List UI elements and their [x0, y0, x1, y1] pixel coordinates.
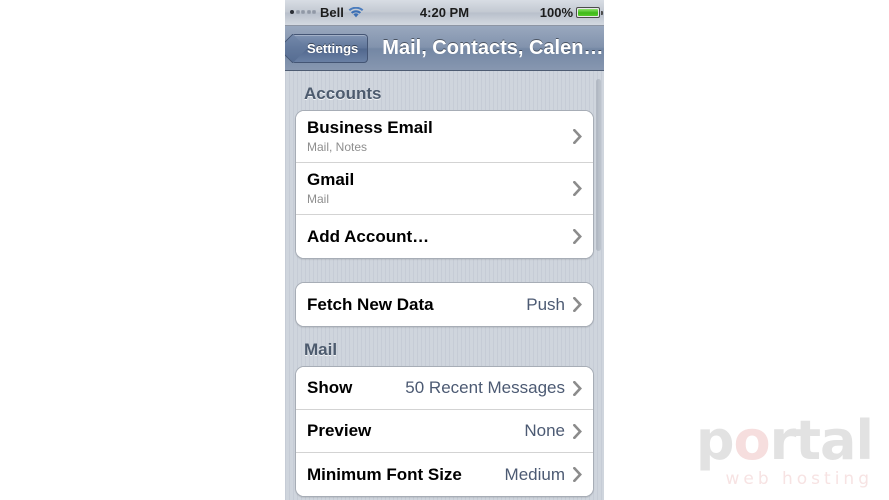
battery-icon [576, 7, 603, 18]
settings-row[interactable]: Minimum Font Size Medium [296, 453, 593, 496]
status-bar-right: 100% [540, 5, 604, 20]
row-value: None [524, 421, 565, 440]
watermark-brand-letter-o: o [733, 409, 770, 472]
row-title: Minimum Font Size [307, 464, 462, 484]
settings-row[interactable]: Gmail Mail [296, 163, 593, 215]
settings-row[interactable]: Fetch New Data Push [296, 283, 593, 326]
row-text: Minimum Font Size [307, 465, 462, 484]
disclosure-chevron-icon [573, 380, 582, 396]
row-text: Business Email Mail, Notes [307, 118, 433, 154]
settings-group: Fetch New Data Push [295, 282, 594, 327]
section-header: Mail [304, 340, 338, 359]
row-title: Business Email [307, 118, 433, 138]
watermark-tagline: web hosting [725, 469, 873, 489]
iphone-screen: Bell 4:20 PM 100% Settings Mail, Contact… [285, 0, 604, 500]
row-title: Gmail [307, 170, 355, 190]
carrier-name: Bell [320, 5, 344, 20]
row-text: Show [307, 378, 352, 397]
settings-row[interactable]: Show 50 Recent Messages [296, 367, 593, 410]
page-title: Mail, Contacts, Calen… [382, 36, 604, 59]
watermark-brand: portal [696, 414, 874, 468]
settings-row[interactable]: Add Account… [296, 215, 593, 258]
signal-strength-icon [290, 10, 316, 15]
status-bar-left: Bell [285, 5, 364, 20]
sections-container: Accounts Business Email Mail, Notes Gmail Ma… [285, 71, 604, 497]
row-value: Medium [504, 464, 565, 484]
disclosure-chevron-icon [573, 229, 582, 244]
settings-list[interactable]: Accounts Business Email Mail, Notes Gmail Ma… [285, 71, 604, 500]
navigation-bar: Settings Mail, Contacts, Calen… [285, 26, 604, 71]
back-button-label: Settings [307, 40, 359, 56]
row-text: Gmail Mail [307, 170, 354, 206]
settings-row[interactable]: Preview None [296, 410, 593, 453]
row-value: 50 Recent Messages [405, 378, 565, 397]
row-title: Preview [307, 421, 372, 441]
row-text: Add Account… [307, 227, 429, 246]
disclosure-chevron-icon [573, 467, 582, 482]
row-subtitle: Mail, Notes [307, 139, 368, 154]
row-title: Add Account… [307, 226, 430, 246]
disclosure-chevron-icon [573, 181, 582, 196]
section-header: Accounts [304, 84, 382, 103]
row-title: Show [307, 378, 353, 398]
row-text: Fetch New Data [307, 295, 434, 314]
scroll-indicator[interactable] [596, 79, 601, 251]
disclosure-chevron-icon [573, 423, 582, 439]
row-text: Preview [307, 421, 371, 440]
disclosure-chevron-icon [573, 297, 582, 312]
settings-group: Business Email Mail, Notes Gmail Mail Add Ac… [295, 110, 594, 259]
battery-percent-label: 100% [539, 5, 573, 20]
watermark-brand-part2: rtal [769, 409, 874, 472]
status-bar: Bell 4:20 PM 100% [285, 0, 604, 26]
row-subtitle: Mail [307, 191, 330, 206]
disclosure-chevron-icon [573, 129, 582, 144]
back-button-settings[interactable]: Settings [291, 33, 369, 63]
row-title: Fetch New Data [307, 294, 434, 314]
watermark-portal-web-hosting: portal web hosting [696, 414, 874, 489]
watermark-brand-part1: p [695, 409, 735, 472]
row-value: Push [526, 294, 565, 314]
settings-group: Show 50 Recent Messages Preview None Minimum… [295, 366, 594, 497]
settings-row[interactable]: Business Email Mail, Notes [296, 111, 593, 163]
wifi-icon [348, 6, 364, 17]
